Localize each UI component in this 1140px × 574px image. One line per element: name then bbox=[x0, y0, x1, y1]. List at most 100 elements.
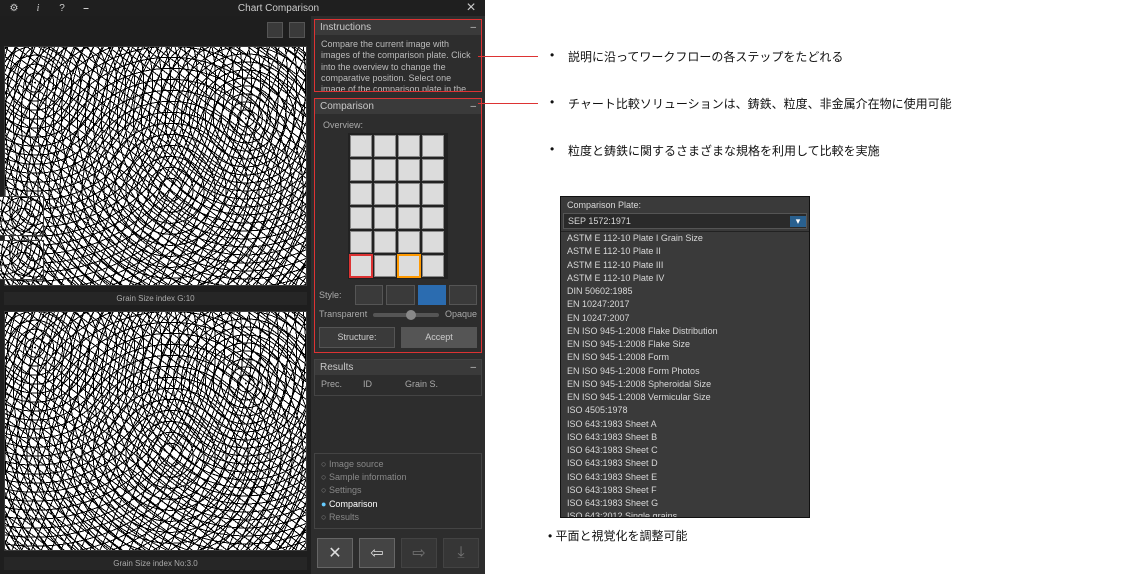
dropdown-item[interactable]: EN 10247:2007 bbox=[561, 312, 809, 325]
dropdown-item[interactable]: EN ISO 945-1:2008 Flake Size bbox=[561, 338, 809, 351]
dropdown-item[interactable]: EN ISO 945-1:2008 Vermicular Size bbox=[561, 391, 809, 404]
thumbnail[interactable] bbox=[0, 196, 44, 236]
results-columns: Prec. ID Grain S. bbox=[321, 379, 475, 390]
workflow-step[interactable]: Settings bbox=[321, 484, 475, 497]
nav-back-button[interactable]: ⇦ bbox=[359, 538, 395, 568]
dropdown-selected-value: SEP 1572:1971 bbox=[564, 214, 790, 228]
dropdown-item[interactable]: ISO 643:1983 Sheet B bbox=[561, 431, 809, 444]
dropdown-item[interactable]: EN ISO 945-1:2008 Form bbox=[561, 351, 809, 364]
dropdown-item[interactable]: ISO 643:1983 Sheet G bbox=[561, 497, 809, 510]
reference-caption-bottom: Grain Size index No:3.0 bbox=[4, 557, 307, 570]
help-icon[interactable] bbox=[54, 0, 70, 16]
plate-cell[interactable] bbox=[398, 159, 420, 181]
overview-label: Overview: bbox=[323, 120, 477, 131]
instructions-text: Compare the current image with images of… bbox=[315, 35, 481, 91]
control-pane: Instructions – Compare the current image… bbox=[311, 16, 485, 574]
instructions-header: Instructions bbox=[320, 22, 371, 33]
plate-cell-selected[interactable] bbox=[350, 255, 372, 277]
plate-cell[interactable] bbox=[350, 207, 372, 229]
dropdown-item[interactable]: ISO 643:1983 Sheet D bbox=[561, 457, 809, 470]
workflow-step[interactable]: Results bbox=[321, 511, 475, 524]
plate-cell[interactable] bbox=[374, 135, 396, 157]
plate-cell[interactable] bbox=[422, 135, 444, 157]
plate-cell[interactable] bbox=[398, 183, 420, 205]
bullet-4: 平面と視覚化を調整可能 bbox=[548, 527, 688, 544]
chart-comparison-window: Chart Comparison Grain Size index G:10 G… bbox=[0, 0, 485, 555]
col-grain: Grain S. bbox=[405, 379, 439, 390]
workflow-step[interactable]: Comparison bbox=[321, 498, 475, 511]
plate-cell[interactable] bbox=[422, 231, 444, 253]
style-option-3[interactable] bbox=[418, 285, 446, 305]
view-grid-icon[interactable] bbox=[289, 22, 305, 38]
workflow-step[interactable]: Sample information bbox=[321, 471, 475, 484]
plate-cell[interactable] bbox=[350, 135, 372, 157]
plate-cell[interactable] bbox=[398, 231, 420, 253]
plate-cell[interactable] bbox=[350, 183, 372, 205]
view-single-icon[interactable] bbox=[267, 22, 283, 38]
nav-cancel-button[interactable]: ✕ bbox=[317, 538, 353, 568]
slider-thumb[interactable] bbox=[406, 310, 416, 320]
titlebar: Chart Comparison bbox=[0, 0, 485, 16]
plate-cell[interactable] bbox=[398, 207, 420, 229]
dropdown-item[interactable]: ISO 643:1983 Sheet A bbox=[561, 418, 809, 431]
accept-button[interactable]: Accept bbox=[401, 327, 477, 348]
dropdown-item[interactable]: EN 10247:2017 bbox=[561, 298, 809, 311]
plate-cell[interactable] bbox=[374, 231, 396, 253]
dropdown-item[interactable]: EN ISO 945-1:2008 Spheroidal Size bbox=[561, 378, 809, 391]
dropdown-item[interactable]: ISO 4505:1978 bbox=[561, 404, 809, 417]
description-bullets: 説明に沿ってワークフローの各ステップをたどれる チャート比較ソリューションは、鋳… bbox=[508, 48, 1118, 189]
thumbnail[interactable] bbox=[0, 240, 44, 280]
gear-icon[interactable] bbox=[6, 0, 22, 16]
dropdown-item[interactable]: ISO 643:1983 Sheet F bbox=[561, 484, 809, 497]
panel-collapse-icon[interactable]: – bbox=[470, 101, 476, 112]
plate-cell-highlight[interactable] bbox=[398, 255, 420, 277]
dropdown-item[interactable]: ISO 643:1983 Sheet E bbox=[561, 471, 809, 484]
plate-cell[interactable] bbox=[422, 207, 444, 229]
dropdown-item[interactable]: EN ISO 945-1:2008 Form Photos bbox=[561, 365, 809, 378]
dropdown-item[interactable]: ISO 643:1983 Sheet C bbox=[561, 444, 809, 457]
dropdown-item[interactable]: ASTM E 112-10 Plate IV bbox=[561, 272, 809, 285]
chevron-down-icon[interactable]: ▾ bbox=[790, 216, 806, 227]
dropdown-item[interactable]: EN ISO 945-1:2008 Flake Distribution bbox=[561, 325, 809, 338]
plate-cell[interactable] bbox=[374, 255, 396, 277]
style-option-1[interactable] bbox=[355, 285, 383, 305]
plate-cell[interactable] bbox=[398, 135, 420, 157]
plate-cell[interactable] bbox=[374, 183, 396, 205]
reference-image-top[interactable] bbox=[4, 46, 307, 286]
bullet-3: 粒度と鋳鉄に関するさまざまな規格を利用して比較を実施 bbox=[508, 142, 1118, 159]
comparison-plate-dropdown: Comparison Plate: SEP 1572:1971 ▾ ASTM E… bbox=[560, 196, 810, 518]
bullet-1: 説明に沿ってワークフローの各ステップをたどれる bbox=[508, 48, 1118, 65]
plate-cell[interactable] bbox=[422, 255, 444, 277]
dropdown-item[interactable]: ISO 643:2012 Single grains bbox=[561, 510, 809, 517]
dropdown-item[interactable]: DIN 50602:1985 bbox=[561, 285, 809, 298]
plate-cell[interactable] bbox=[374, 207, 396, 229]
reference-image-bottom[interactable] bbox=[4, 311, 307, 551]
info-icon[interactable] bbox=[30, 0, 46, 16]
dropdown-select[interactable]: SEP 1572:1971 ▾ bbox=[563, 213, 807, 229]
minimize-icon[interactable] bbox=[78, 0, 94, 16]
results-header: Results bbox=[320, 362, 353, 373]
opacity-slider[interactable] bbox=[373, 313, 439, 317]
plate-cell[interactable] bbox=[422, 159, 444, 181]
style-option-4[interactable] bbox=[449, 285, 477, 305]
workflow-step[interactable]: Image source bbox=[321, 458, 475, 471]
nav-next-button[interactable]: ⇨ bbox=[401, 538, 437, 568]
slider-left-label: Transparent bbox=[319, 309, 367, 320]
structure-button[interactable]: Structure: bbox=[319, 327, 395, 348]
reference-caption-top: Grain Size index G:10 bbox=[4, 292, 307, 305]
plate-overview-grid bbox=[348, 133, 448, 279]
style-option-2[interactable] bbox=[386, 285, 414, 305]
plate-cell[interactable] bbox=[374, 159, 396, 181]
close-icon[interactable] bbox=[463, 0, 479, 16]
dropdown-label: Comparison Plate: bbox=[561, 197, 809, 213]
dropdown-item[interactable]: ASTM E 112-10 Plate III bbox=[561, 259, 809, 272]
panel-collapse-icon[interactable]: – bbox=[470, 22, 476, 33]
panel-collapse-icon[interactable]: – bbox=[470, 362, 476, 373]
nav-finish-button[interactable]: ⤓ bbox=[443, 538, 479, 568]
dropdown-item[interactable]: ASTM E 112-10 Plate II bbox=[561, 245, 809, 258]
plate-cell[interactable] bbox=[350, 159, 372, 181]
plate-cell[interactable] bbox=[422, 183, 444, 205]
plate-cell[interactable] bbox=[350, 231, 372, 253]
dropdown-item[interactable]: ASTM E 112-10 Plate I Grain Size bbox=[561, 232, 809, 245]
workflow-steps-panel: Image sourceSample informationSettingsCo… bbox=[314, 453, 482, 529]
